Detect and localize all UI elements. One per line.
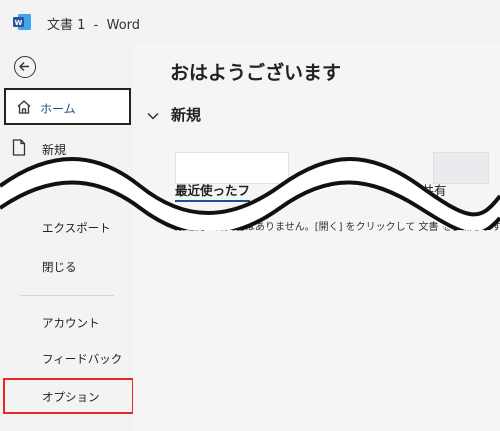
tab-shared[interactable]: と共有 — [409, 180, 447, 199]
greeting-heading: おはようございます — [170, 62, 342, 84]
sidebar-item-label: ホーム — [40, 102, 76, 116]
home-icon — [17, 100, 31, 114]
word-logo-icon: W — [13, 14, 31, 30]
tab-recent[interactable]: 最近使ったフ — [175, 180, 251, 202]
empty-recent-message: 最近開いた文書はありません。[開く] をクリックして 文書 を参照します。 — [175, 222, 500, 233]
title-bar: W 文書 1 - Word — [0, 0, 500, 44]
back-button[interactable] — [14, 56, 36, 78]
svg-text:W: W — [15, 19, 23, 27]
sidebar-item-label: 新規 — [42, 143, 67, 157]
sidebar-item-close[interactable]: 閉じる — [42, 259, 77, 275]
home-pane: おはようございます 新規 最近使ったフ と共有 最近開いた文書はありません。[開… — [133, 44, 500, 431]
sidebar-item-new[interactable]: 新規 — [4, 130, 131, 167]
sidebar-item-home[interactable]: ホーム — [4, 88, 131, 125]
new-document-icon — [12, 139, 26, 156]
new-section-label: 新規 — [171, 106, 202, 124]
sidebar-divider — [20, 295, 114, 296]
options-highlight-box — [3, 378, 134, 414]
back-arrow-icon — [19, 62, 29, 71]
new-section-header[interactable]: 新規 — [147, 104, 201, 125]
backstage-sidebar: ホーム 新規 エクスポート 閉じる アカウント フィードバック オプション — [0, 44, 134, 431]
window-title: 文書 1 - Word — [47, 18, 141, 33]
sidebar-item-export[interactable]: エクスポート — [42, 220, 111, 236]
chevron-down-icon — [147, 109, 161, 123]
sidebar-item-feedback[interactable]: フィードバック — [42, 351, 122, 367]
sidebar-item-account[interactable]: アカウント — [42, 315, 100, 331]
